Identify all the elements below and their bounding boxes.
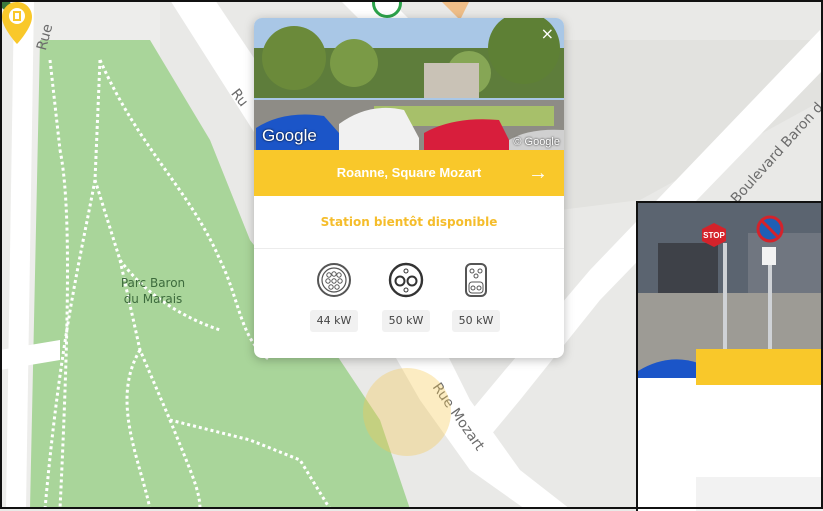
connector-power: 50 kW <box>452 310 500 332</box>
connector-power: 44 kW <box>310 310 358 332</box>
arrow-right-icon: → <box>528 162 548 184</box>
charging-station-marker-icon[interactable] <box>0 0 34 46</box>
close-icon[interactable]: × <box>541 24 554 43</box>
stop-sign-label: STOP <box>703 231 725 240</box>
chademo-plug-icon <box>388 262 424 298</box>
location-radius <box>363 368 451 456</box>
station-name: Roanne, Square Mozart <box>336 165 482 180</box>
connector-ccs: 50 kW <box>452 262 500 332</box>
streetview-bar <box>696 349 823 385</box>
park-label: Parc Baron du Marais <box>120 276 186 306</box>
google-logo: Google <box>262 126 317 145</box>
connector-power: 50 kW <box>382 310 430 332</box>
connector-chademo: 50 kW <box>382 262 430 332</box>
station-name-button[interactable]: Roanne, Square Mozart → <box>254 150 564 196</box>
streetview-placeholder <box>696 477 823 511</box>
photo-copyright: © Google <box>513 136 560 148</box>
station-status: Station bientôt disponible <box>254 196 564 249</box>
ccs-plug-icon <box>465 263 487 297</box>
streetview-panel[interactable]: STOP <box>636 201 823 511</box>
type2-plug-icon <box>317 263 351 297</box>
station-popup: × Google © Google Roanne, Square Mozart … <box>254 18 564 358</box>
station-photo[interactable]: × Google © Google <box>254 18 564 150</box>
connector-type2: 44 kW <box>310 262 358 332</box>
